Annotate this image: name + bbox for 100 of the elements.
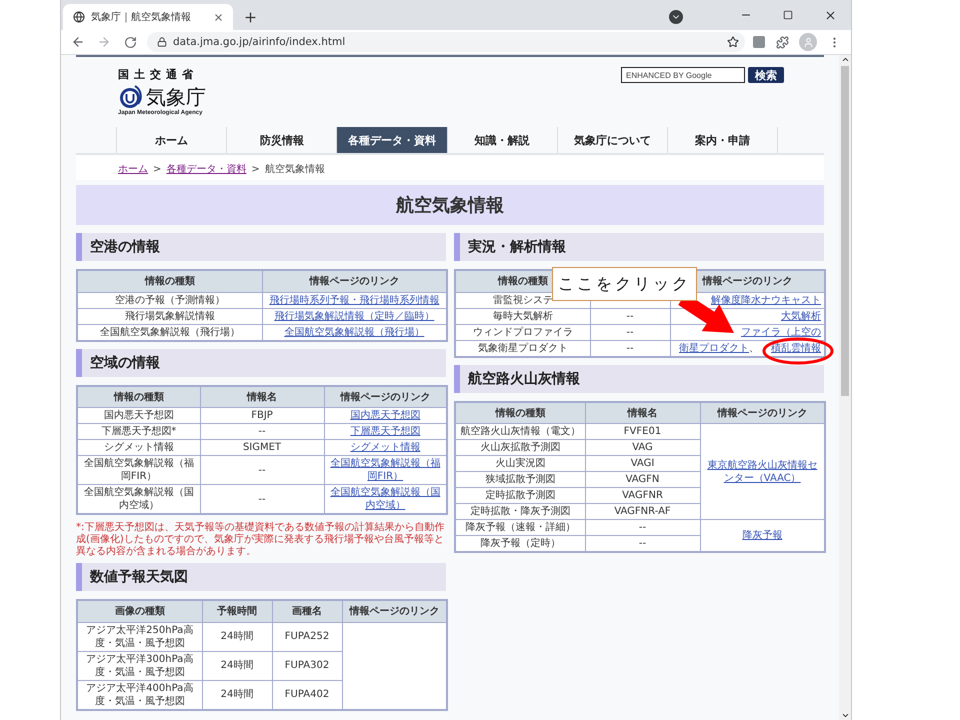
link[interactable]: ファイラ（上空の [741,326,821,338]
table-cell: VAGFNR [585,488,700,504]
table-cell: -- [200,456,324,484]
link[interactable]: 飛行場気象解説情報（定時／臨時） [274,310,434,322]
nav-tab[interactable]: 各種データ・資料 [337,127,447,153]
table-cell: -- [585,520,700,536]
column-header: 情報ページのリンク [342,600,447,622]
page-title: 航空気象情報 [76,185,824,225]
table-cell: 全国航空気象解説報（福岡FIR） [77,456,200,484]
table-cell: -- [590,324,670,340]
table-cell: -- [200,424,324,440]
column-header: 情報の種類 [77,386,200,408]
reload-icon [124,36,136,48]
link[interactable]: 積乱雲情報 [771,342,821,354]
table-cell: シグメット情報 [77,440,200,456]
table-cell: VAG [585,440,700,456]
table-cell: 火山実況図 [455,456,585,472]
breadcrumb-link[interactable]: ホーム [118,162,148,176]
link[interactable]: 飛行場時系列予報・飛行場時系列情報 [269,294,440,306]
breadcrumb-separator: > [251,164,260,174]
table-cell: VAGI [585,456,700,472]
section-heading: 実況・解析情報 [454,233,824,261]
link[interactable]: 全国航空気象解説報（飛行場） [284,326,424,338]
table-cell: 毎時大気解析 [455,308,590,324]
breadcrumb-current: 航空気象情報 [264,162,325,176]
column-header: 情報名 [585,402,700,424]
table-cell: 降灰予報（速報・詳細） [455,520,585,536]
table-cell: FVFE01 [585,424,700,440]
table-cell: アジア太平洋300hPa高度・気温・風予想図 [77,651,202,680]
link[interactable]: 大気解析 [781,310,821,322]
table-cell: 定時拡散・降灰予測図 [455,504,585,520]
nav-tab[interactable]: 防災情報 [227,127,336,153]
column-header: 情報の種類 [77,270,262,292]
browser-tab[interactable]: 気象庁｜航空気象情報 [63,4,233,30]
table-cell: 狭域拡散予測図 [455,472,585,488]
nav-tab[interactable]: 知識・解説 [448,127,557,153]
table-cell: ウィンドプロファイラ [455,324,590,340]
link[interactable]: シグメット情報 [350,441,420,454]
close-icon [212,12,224,22]
person-icon [802,36,814,48]
highlight-ellipse [762,338,834,364]
section-heading: 航空路火山灰情報 [454,364,824,392]
callout-label: ここをクリック [552,267,697,301]
scroll-up-icon[interactable] [840,55,850,64]
table-cell: VAGFNR-AF [585,504,700,520]
ministry-name: 国土交通省 [118,67,199,82]
table-cell: 24時間 [202,651,272,680]
table-cell: -- [590,308,670,324]
footnote: *:下層悪天予想図は、天気予報等の基礎資料である数値予報の計算結果から自動作成(画像化)したものですので、気象庁が実際に発表する飛行場予報や台風予報等と異なる内容が含まれる場合があります。 [76,522,446,558]
close-icon [824,8,836,22]
scrollbar[interactable] [839,55,851,720]
agency-logo-text[interactable]: 気象庁 [146,85,206,109]
table-cell: 24時間 [202,622,272,651]
column-header: 予報時間 [202,600,272,622]
table-cell: アジア太平洋250hPa高度・気温・風予想図 [77,622,202,651]
search-button[interactable]: 検索 [748,67,784,83]
section-heading: 空域の情報 [76,348,446,376]
column-header: 情報の種類 [455,402,585,424]
table-cell: 空港の予報（予測情報） [77,292,262,308]
section-heading: 数値予報天気図 [76,563,446,591]
globe-icon [73,11,85,23]
link[interactable]: 衛星プロダクト [679,342,749,354]
table-cell: 火山灰拡散予測図 [455,440,585,456]
agency-emblem-icon [118,84,144,110]
address-bar[interactable]: data.jma.go.jp/airinfo/index.html [147,32,745,52]
section-heading: 空港の情報 [76,233,446,261]
scrollbar-thumb[interactable] [841,66,849,396]
breadcrumb-separator: > [153,164,162,174]
search-field[interactable]: ENHANCED BY Google [621,67,745,83]
table-cell: FBJP [200,408,324,424]
star-icon[interactable] [727,36,739,48]
table-cell: 定時拡散予測図 [455,488,585,504]
puzzle-icon [776,36,788,48]
nav-tab[interactable]: ホーム [117,127,226,153]
table-cell: SIGMET [200,440,324,456]
link[interactable]: 下層悪天予想図 [350,425,420,438]
column-header: 情報ページのリンク [262,270,447,292]
link[interactable]: 東京航空路火山灰情報センター（VAAC） [704,458,821,484]
plus-icon [242,10,258,24]
link[interactable]: 全国航空気象解説報（国内空域） [328,486,443,512]
link[interactable]: 解像度降水ナウキャスト [711,294,821,306]
link[interactable]: 降灰予報 [742,529,782,542]
column-header: 情報ページのリンク [324,386,447,408]
scroll-down-icon[interactable] [840,711,850,720]
table-cell: 航空路火山灰情報（電文） [455,424,585,440]
column-header: 情報名 [200,386,324,408]
column-header: 情報ページのリンク [700,402,825,424]
link[interactable]: 全国航空気象解説報（福岡FIR） [328,457,443,483]
table-cell: 飛行場気象解説情報 [77,308,262,324]
table-cell: FUPA252 [272,622,342,651]
breadcrumb-link[interactable]: 各種データ・資料 [166,162,246,176]
tab-search-button[interactable] [669,10,683,24]
table-cell: VAGFN [585,472,700,488]
lock-icon [157,37,167,47]
table-cell: 下層悪天予想図* [77,424,200,440]
column-header: 画像の種類 [77,600,202,622]
nav-tab[interactable]: 案内・申請 [668,127,778,153]
link[interactable]: 国内悪天予想図 [350,409,420,422]
separator-text: 、 [749,342,759,354]
nav-tab[interactable]: 気象庁について [558,127,667,153]
